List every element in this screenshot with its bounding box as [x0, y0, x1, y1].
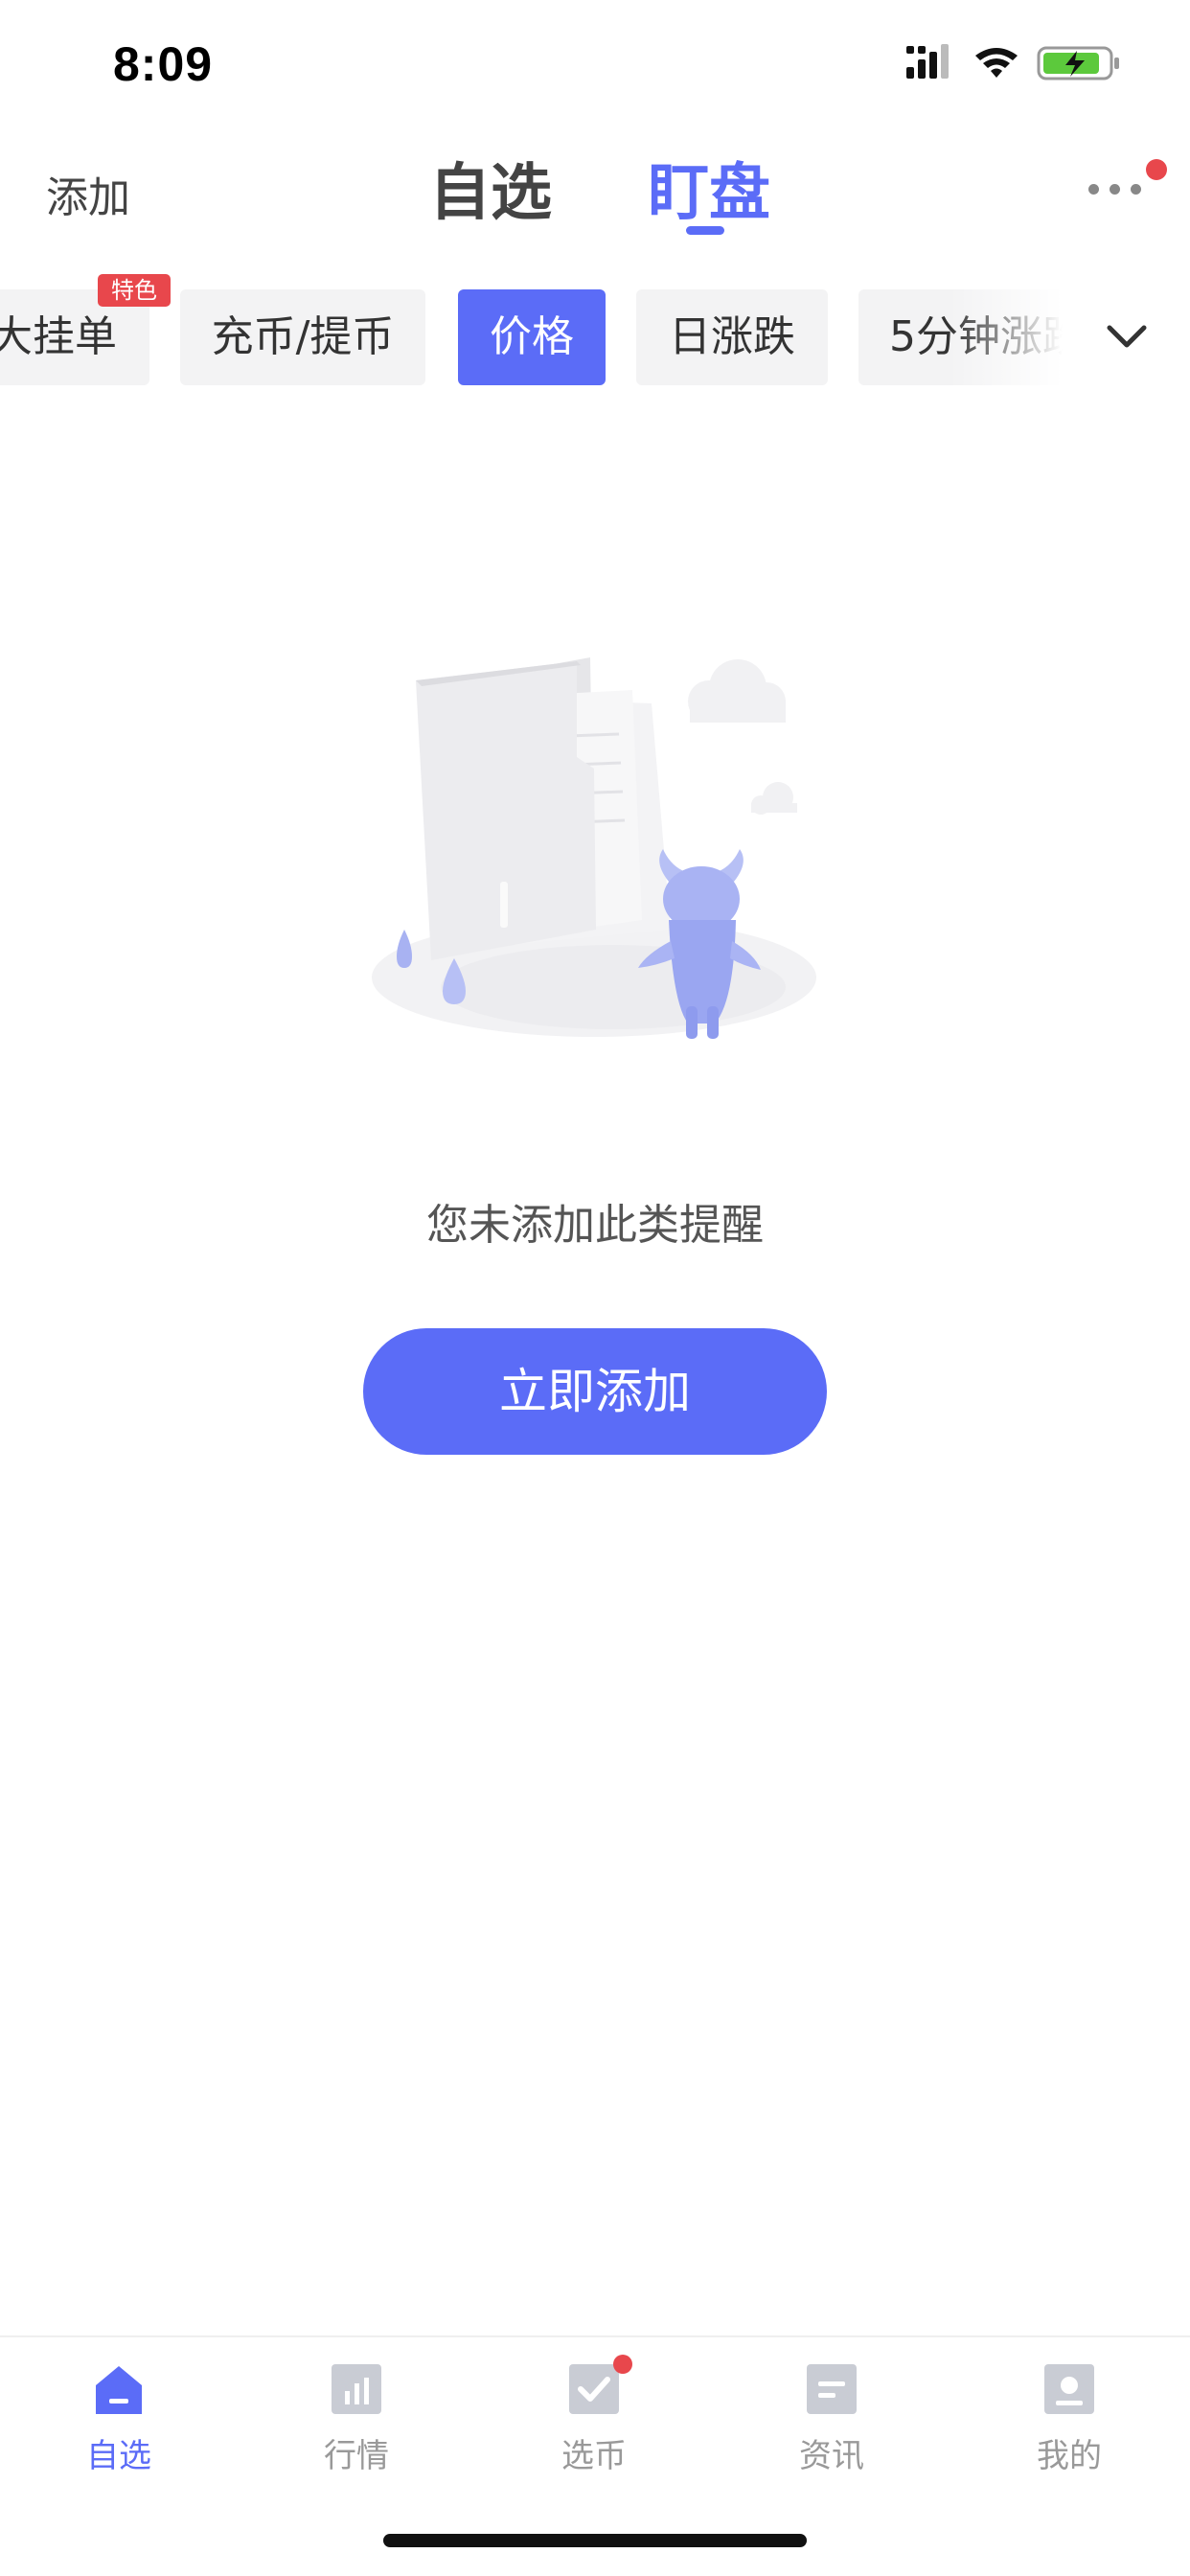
- chip-price[interactable]: 价格: [458, 289, 606, 385]
- bar-chart-icon: [332, 2364, 381, 2414]
- battery-icon: [1037, 46, 1119, 80]
- home-icon: [96, 2366, 142, 2414]
- empty-illustration: [372, 657, 816, 1039]
- nav-item-watchlist[interactable]: 自选: [0, 2337, 238, 2481]
- feature-badge: 特色: [98, 274, 171, 307]
- header: 添加 自选 盯盘: [0, 125, 1190, 259]
- chip-deposit-withdraw[interactable]: 充币/提币: [180, 289, 425, 385]
- nav-label-profile: 我的: [1037, 2437, 1102, 2475]
- more-icon[interactable]: [1088, 184, 1146, 222]
- nav-item-market[interactable]: 行情: [238, 2337, 475, 2481]
- nav-item-profile[interactable]: 我的: [950, 2337, 1188, 2481]
- nav-label-market: 行情: [324, 2437, 389, 2475]
- notification-dot: [1146, 159, 1167, 180]
- tab-monitor[interactable]: 盯盘: [648, 144, 770, 232]
- home-indicator: [383, 2534, 807, 2547]
- status-time: 8:09: [113, 37, 214, 91]
- empty-message: 您未添加此类提醒: [426, 1201, 764, 1250]
- add-button[interactable]: 添加: [46, 163, 130, 224]
- status-icons: [906, 44, 1119, 80]
- add-now-button[interactable]: 立即添加: [363, 1328, 827, 1455]
- nav-item-news[interactable]: 资讯: [713, 2337, 950, 2481]
- nav-item-coin-picker[interactable]: 选币: [475, 2337, 713, 2481]
- chip-daily-change[interactable]: 日涨跌: [636, 289, 828, 385]
- wifi-icon: [975, 48, 1018, 78]
- nav-label-coin-picker: 选币: [561, 2437, 627, 2475]
- tab-watchlist[interactable]: 自选: [429, 144, 552, 232]
- active-tab-indicator: [686, 226, 724, 235]
- signal-icon: [906, 44, 949, 79]
- profile-icon: [1044, 2364, 1094, 2414]
- chips-fade: [949, 289, 1073, 387]
- nav-label-watchlist: 自选: [86, 2437, 151, 2475]
- screen: 8:09 添加 自选 盯盘 大挂单 充币/提币 价格 日涨跌 特色 您未添加此类…: [0, 0, 1190, 2576]
- chevron-down-icon[interactable]: [1098, 312, 1156, 360]
- status-bar: 8:09: [0, 0, 1190, 125]
- nav-notification-dot: [613, 2355, 632, 2374]
- news-icon: [807, 2364, 857, 2414]
- check-icon: [569, 2364, 619, 2414]
- nav-label-news: 资讯: [799, 2437, 864, 2475]
